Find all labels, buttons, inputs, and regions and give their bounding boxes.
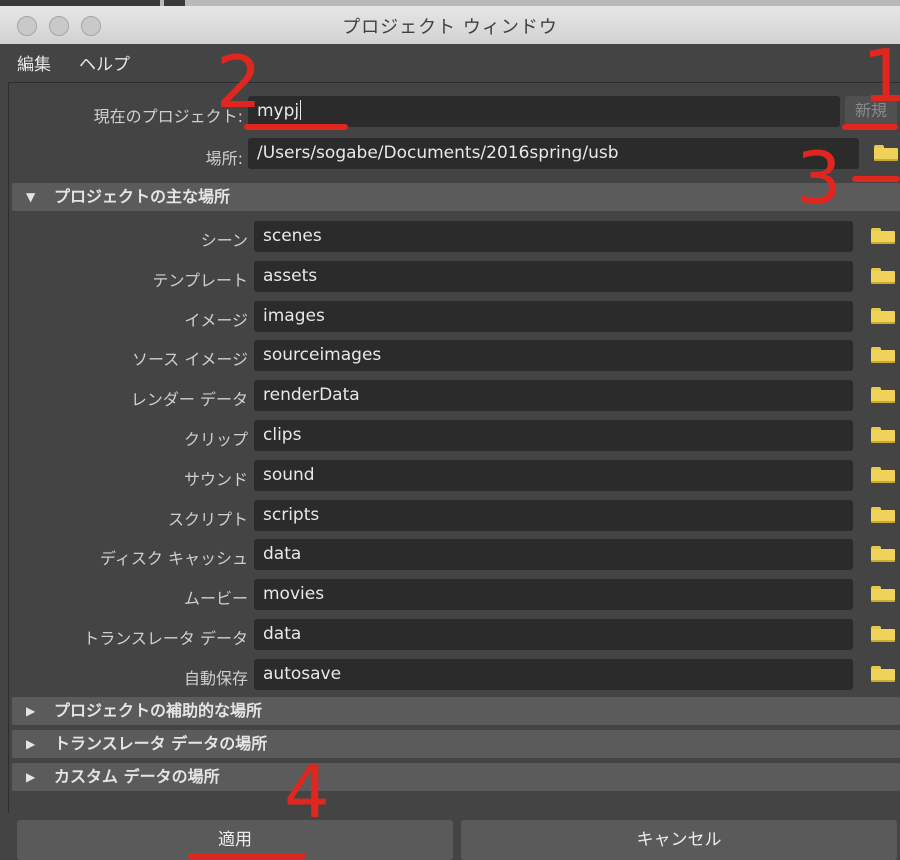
folder-icon[interactable] — [871, 467, 895, 483]
folder-icon[interactable] — [871, 507, 895, 523]
annotation-underline-3 — [852, 176, 900, 182]
location-path-input[interactable]: data — [254, 539, 853, 570]
location-label: シーン — [200, 231, 248, 250]
folder-icon[interactable] — [871, 308, 895, 324]
annotation-3: 3 — [796, 136, 842, 220]
folder-icon[interactable] — [871, 347, 895, 363]
background-window-strip — [0, 0, 900, 6]
triangle-right-icon: ▶ — [26, 704, 36, 718]
location-label: ムービー — [183, 589, 248, 608]
location-path-input[interactable]: renderData — [254, 380, 853, 411]
annotation-2: 2 — [216, 40, 262, 124]
menu-bar — [0, 44, 900, 80]
current-project-input[interactable]: mypj — [248, 96, 840, 127]
folder-icon[interactable] — [874, 145, 898, 161]
annotation-4: 4 — [284, 750, 330, 834]
location-label: 場所: — [205, 149, 243, 168]
location-label: テンプレート — [152, 271, 248, 290]
folder-icon[interactable] — [871, 626, 895, 642]
folder-icon[interactable] — [871, 427, 895, 443]
folder-icon[interactable] — [871, 268, 895, 284]
section-translator-title: トランスレータ データの場所 — [54, 734, 268, 753]
annotation-underline-2 — [244, 124, 348, 130]
location-path-input[interactable]: images — [254, 301, 853, 332]
text-cursor — [300, 100, 302, 120]
location-label: ディスク キャッシュ — [100, 549, 248, 568]
location-path-input[interactable]: scripts — [254, 500, 853, 531]
location-label: クリップ — [183, 430, 248, 449]
title-bar: プロジェクト ウィンドウ — [0, 0, 900, 45]
annotation-underline-4 — [188, 853, 306, 859]
folder-icon[interactable] — [871, 387, 895, 403]
triangle-down-icon: ▼ — [26, 190, 36, 204]
folder-icon[interactable] — [871, 586, 895, 602]
folder-icon[interactable] — [871, 546, 895, 562]
section-primary-title: プロジェクトの主な場所 — [54, 187, 231, 206]
location-label: 自動保存 — [183, 669, 248, 688]
triangle-right-icon: ▶ — [26, 770, 36, 784]
menu-edit[interactable]: 編集 — [17, 50, 51, 75]
section-custom-locations[interactable]: ▶ カスタム データの場所 — [12, 763, 900, 791]
location-path-input[interactable]: scenes — [254, 221, 853, 252]
folder-icon[interactable] — [871, 666, 895, 682]
window-title: プロジェクト ウィンドウ — [342, 17, 558, 38]
section-custom-title: カスタム データの場所 — [54, 767, 220, 786]
triangle-right-icon: ▶ — [26, 737, 36, 751]
location-path-input[interactable]: clips — [254, 420, 853, 451]
annotation-underline-1 — [842, 124, 898, 130]
location-label: イメージ — [184, 311, 248, 330]
section-secondary-title: プロジェクトの補助的な場所 — [54, 701, 263, 720]
current-project-value: mypj — [257, 101, 300, 121]
location-path-input[interactable]: sound — [254, 460, 853, 491]
location-label: サウンド — [183, 470, 248, 489]
menu-help[interactable]: ヘルプ — [79, 50, 130, 75]
section-primary-locations[interactable]: ▼ プロジェクトの主な場所 — [12, 183, 900, 211]
annotation-1: 1 — [862, 34, 900, 118]
location-label: ソース イメージ — [132, 350, 248, 369]
location-label: スクリプト — [167, 510, 248, 529]
folder-icon[interactable] — [871, 228, 895, 244]
location-label: レンダー データ — [130, 390, 248, 409]
section-translator-locations[interactable]: ▶ トランスレータ データの場所 — [12, 730, 900, 758]
location-path-input[interactable]: autosave — [254, 659, 853, 690]
location-path-input[interactable]: movies — [254, 579, 853, 610]
location-path-input[interactable]: assets — [254, 261, 853, 292]
location-label: トランスレータ データ — [83, 629, 248, 648]
location-input[interactable]: /Users/sogabe/Documents/2016spring/usb — [248, 138, 859, 169]
location-path-input[interactable]: sourceimages — [254, 340, 853, 371]
cancel-button[interactable]: キャンセル — [461, 820, 897, 860]
location-path-input[interactable]: data — [254, 619, 853, 650]
section-secondary-locations[interactable]: ▶ プロジェクトの補助的な場所 — [12, 697, 900, 725]
